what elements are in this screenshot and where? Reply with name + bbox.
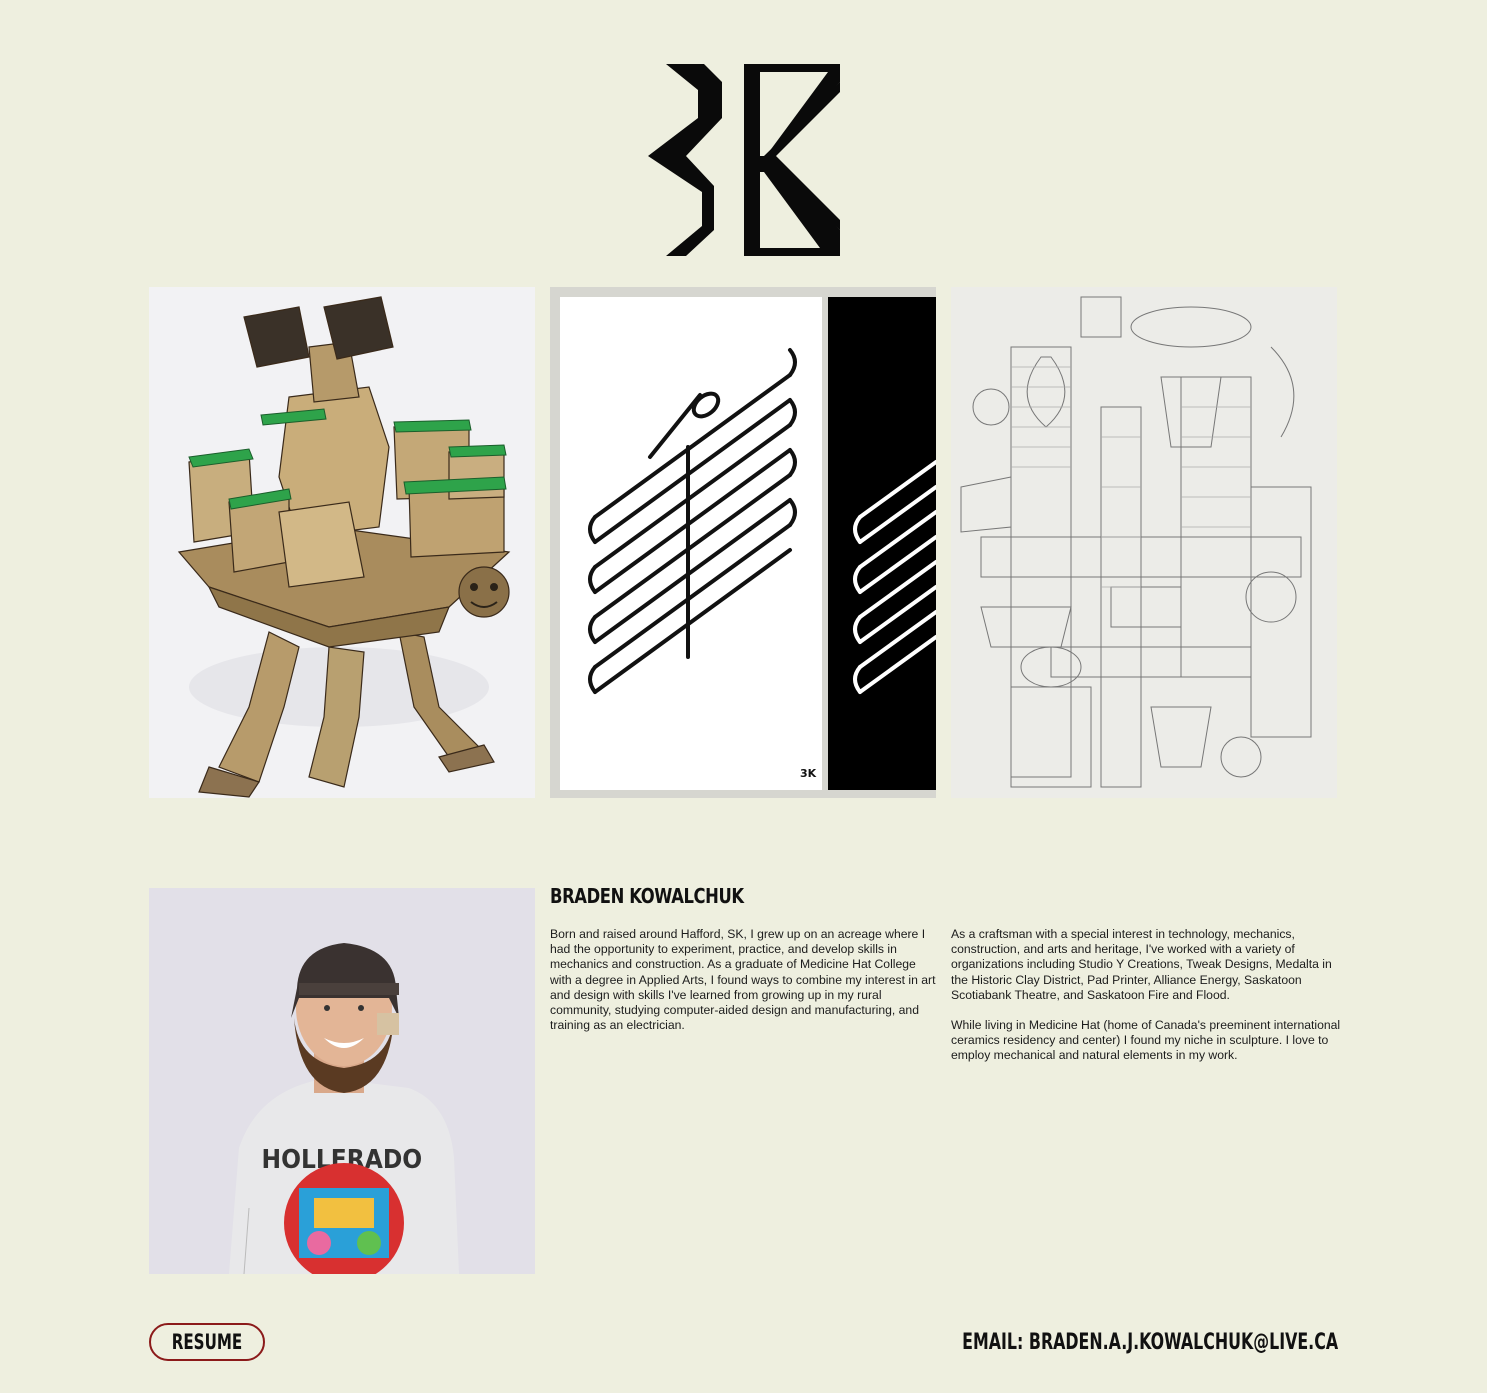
artist-portrait: HOLLERADO xyxy=(149,888,535,1274)
gallery-item-sculpture[interactable] xyxy=(149,287,535,798)
svg-text:3K: 3K xyxy=(800,767,817,780)
bio-paragraph-2: As a craftsman with a special interest i… xyxy=(951,927,1332,1002)
gallery-item-drawing[interactable] xyxy=(951,287,1337,798)
bio-column-left: Born and raised around Hafford, SK, I gr… xyxy=(550,927,940,1048)
resume-button-label: RESUME xyxy=(171,1330,243,1354)
bio-column-right: As a craftsman with a special interest i… xyxy=(951,927,1341,1079)
email-link[interactable]: EMAIL: BRADEN.A.J.KOWALCHUK@LIVE.CA xyxy=(962,1330,1338,1355)
bio-paragraph-1: Born and raised around Hafford, SK, I gr… xyxy=(550,927,936,1033)
cardboard-sculpture-image xyxy=(149,287,535,798)
resume-button[interactable]: RESUME xyxy=(149,1323,265,1361)
artist-name-heading: BRADEN KOWALCHUK xyxy=(550,884,744,908)
artist-portrait-image: HOLLERADO xyxy=(149,888,535,1274)
trumpet-coil-poster-image: 3K xyxy=(550,287,936,798)
sk-monogram-logo xyxy=(644,60,844,260)
pencil-machine-drawing-image xyxy=(951,287,1337,798)
gallery-item-poster[interactable]: 3K xyxy=(550,287,936,798)
bio-paragraph-3: While living in Medicine Hat (home of Ca… xyxy=(951,1018,1341,1063)
